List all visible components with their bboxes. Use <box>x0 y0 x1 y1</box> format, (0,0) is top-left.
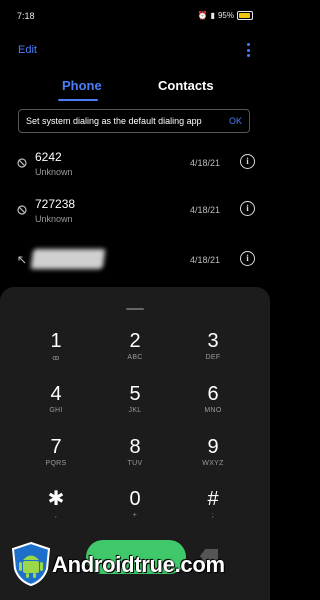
dial-letters: WXYZ <box>202 460 224 467</box>
dial-digit: 5 <box>129 383 141 405</box>
dial-digit: 8 <box>129 436 141 458</box>
info-icon[interactable]: i <box>240 154 255 169</box>
tab-phone[interactable]: Phone <box>62 78 102 93</box>
dial-key-hash[interactable]: #; <box>178 488 248 536</box>
dial-letters: DEF <box>205 354 221 361</box>
dial-key-2[interactable]: 2 ABC <box>100 330 170 378</box>
watermark: Androidtrue.com <box>10 541 260 587</box>
drag-handle[interactable] <box>126 308 144 310</box>
battery-fill <box>239 13 251 18</box>
status-icons: ⏰ ▮ 95% <box>198 11 253 20</box>
call-log-row[interactable]: 4/18/21 i <box>0 245 270 285</box>
top-bar: Edit <box>0 38 270 62</box>
dial-digit: 0 <box>129 488 141 510</box>
call-date: 4/18/21 <box>189 205 220 215</box>
status-time: 7:18 <box>17 11 35 21</box>
blocked-icon <box>17 205 27 215</box>
call-date: 4/18/21 <box>189 158 220 168</box>
dial-letters: ; <box>211 512 215 519</box>
info-icon[interactable]: i <box>240 251 255 266</box>
android-shield-logo <box>11 541 51 587</box>
dial-key-star[interactable]: ✱, <box>21 488 91 536</box>
banner-ok-button[interactable]: OK <box>229 116 242 126</box>
dial-digit: 6 <box>207 383 219 405</box>
tab-bar: Phone Contacts <box>0 75 270 105</box>
dial-letters: MNO <box>204 407 222 414</box>
dial-letters: PQRS <box>45 460 67 467</box>
more-vertical-icon[interactable] <box>246 43 250 57</box>
dial-key-9[interactable]: 9 WXYZ <box>178 436 248 484</box>
banner-message: Set system dialing as the default dialin… <box>26 116 202 126</box>
call-date: 4/18/21 <box>189 255 220 265</box>
dial-letters: GHI <box>49 407 63 414</box>
dial-letters: ABC <box>127 354 143 361</box>
call-log-row[interactable]: 6242 Unknown 4/18/21 i <box>0 148 270 188</box>
tab-contacts[interactable]: Contacts <box>158 78 214 93</box>
dial-key-3[interactable]: 3 DEF <box>178 330 248 378</box>
watermark-text: Androidtrue.com <box>52 552 225 577</box>
dial-letters: TUV <box>127 460 143 467</box>
dial-letters: + <box>132 512 138 519</box>
call-log-row[interactable]: 727238 Unknown 4/18/21 i <box>0 195 270 235</box>
dial-letters: JKL <box>128 407 142 414</box>
call-number: 727238 <box>35 197 76 211</box>
dial-letters: , <box>54 512 58 519</box>
dial-digit: 3 <box>207 330 219 352</box>
signal-icon: ▮ <box>210 11 215 20</box>
dial-key-5[interactable]: 5 JKL <box>100 383 170 431</box>
dial-key-8[interactable]: 8 TUV <box>100 436 170 484</box>
battery-percent: 95% <box>217 11 234 20</box>
dial-digit: 1 <box>50 330 62 352</box>
dial-digit: 9 <box>207 436 219 458</box>
dial-key-6[interactable]: 6 MNO <box>178 383 248 431</box>
redacted-number <box>30 249 106 269</box>
blocked-icon <box>17 158 27 168</box>
battery-icon <box>237 11 253 20</box>
status-bar: 7:18 ⏰ ▮ 95% <box>0 0 270 30</box>
default-dialer-banner: Set system dialing as the default dialin… <box>18 109 250 133</box>
dial-digit: 2 <box>129 330 141 352</box>
dial-key-4[interactable]: 4 GHI <box>21 383 91 431</box>
dial-digit: # <box>207 488 219 510</box>
tab-indicator <box>58 99 98 101</box>
outgoing-call-icon <box>18 256 26 264</box>
dial-digit: 7 <box>50 436 62 458</box>
dial-digit: 4 <box>50 383 62 405</box>
dial-key-7[interactable]: 7 PQRS <box>21 436 91 484</box>
call-label: Unknown <box>35 167 73 177</box>
call-number: 6242 <box>35 150 62 164</box>
dial-digit: ✱ <box>47 488 65 510</box>
info-icon[interactable]: i <box>240 201 255 216</box>
call-label: Unknown <box>35 214 73 224</box>
dial-key-1[interactable]: 1ꝏ <box>21 330 91 378</box>
edit-button[interactable]: Edit <box>18 44 37 56</box>
voicemail-icon: ꝏ <box>52 355 60 362</box>
dial-key-0[interactable]: 0 + <box>100 488 170 536</box>
alarm-icon: ⏰ <box>197 11 208 20</box>
